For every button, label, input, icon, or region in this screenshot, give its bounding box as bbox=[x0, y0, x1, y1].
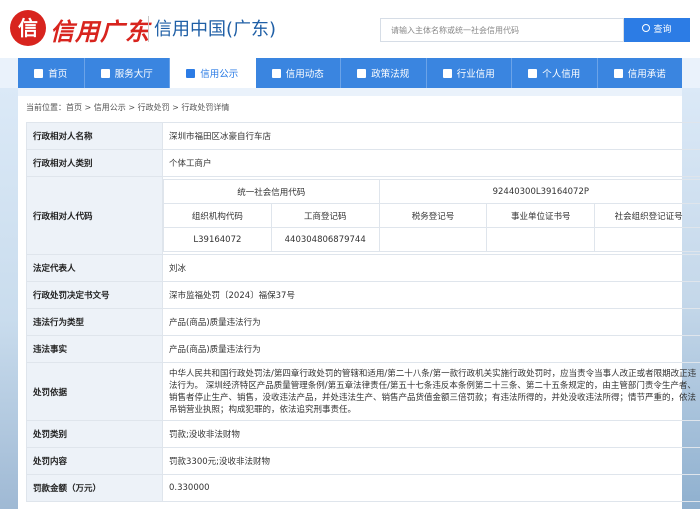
sub-header: 税务登记号 bbox=[378, 203, 488, 228]
nav-item-personal-credit[interactable]: 个人信用 bbox=[512, 58, 598, 88]
nav-item-industry-credit[interactable]: 行业信用 bbox=[427, 58, 512, 88]
logo-emblem-icon[interactable]: 信 bbox=[10, 10, 46, 46]
field-value: 中华人民共和国行政处罚法/第四章行政处罚的管辖和适用/第二十八条/第一款行政机关… bbox=[162, 362, 700, 421]
breadcrumb: 当前位置：首页 > 信用公示 > 行政处罚 > 行政处罚详情 bbox=[26, 102, 229, 113]
nav-item-label: 服务大厅 bbox=[114, 69, 153, 80]
user-icon bbox=[528, 68, 538, 78]
nav-item-label: 信用承诺 bbox=[627, 69, 666, 80]
field-value: 罚款3300元;没收非法财物 bbox=[162, 447, 700, 475]
news-icon bbox=[271, 68, 281, 78]
penalty-detail-table: 行政相对人名称 深圳市福田区冰豪自行车店 行政相对人类别 个体工商户 行政相对人… bbox=[26, 122, 700, 502]
nav-item-credit-promise[interactable]: 信用承诺 bbox=[598, 58, 683, 88]
code-subtable-cell: 统一社会信用代码 92440300L39164072P 组织机构代码 工商登记码… bbox=[162, 176, 700, 255]
site-title[interactable]: 信用中国(广东) bbox=[154, 15, 276, 41]
field-label: 处罚内容 bbox=[26, 447, 163, 475]
field-value: 深圳市福田区冰豪自行车店 bbox=[162, 122, 700, 150]
nav-item-label: 首页 bbox=[48, 69, 68, 80]
search-button[interactable]: 查询 bbox=[624, 18, 690, 42]
table-row: 统一社会信用代码 92440300L39164072P bbox=[163, 179, 700, 204]
main-nav: 首页 服务大厅 信用公示 信用动态 政策法规 行业信用 个人信用 信用承诺 bbox=[18, 58, 682, 88]
table-row: 行政相对人类别 个体工商户 bbox=[26, 149, 700, 177]
logo-divider bbox=[148, 16, 149, 42]
search-button-label: 查询 bbox=[653, 25, 672, 35]
nav-item-label: 信用动态 bbox=[285, 69, 324, 80]
field-label: 违法行为类型 bbox=[26, 308, 163, 336]
search-input[interactable]: 请输入主体名称或统一社会信用代码 bbox=[380, 18, 624, 42]
nav-item-credit-publicity[interactable]: 信用公示 bbox=[170, 58, 256, 88]
nav-item-service-hall[interactable]: 服务大厅 bbox=[85, 58, 170, 88]
side-decoration-left bbox=[0, 88, 18, 509]
field-label: 违法事实 bbox=[26, 335, 163, 363]
sub-header: 工商登记码 bbox=[270, 203, 380, 228]
field-label: 行政相对人代码 bbox=[26, 176, 163, 255]
grid-icon bbox=[100, 68, 110, 78]
home-icon bbox=[34, 68, 44, 78]
nav-item-label: 行业信用 bbox=[456, 69, 495, 80]
field-value: 产品(商品)质量违法行为 bbox=[162, 308, 700, 336]
nav-item-policy[interactable]: 政策法规 bbox=[341, 58, 427, 88]
uscc-value: 92440300L39164072P bbox=[378, 179, 700, 204]
breadcrumb-prefix: 当前位置： bbox=[26, 103, 66, 112]
table-row: 违法事实 产品(商品)质量违法行为 bbox=[26, 335, 700, 363]
nav-item-credit-news[interactable]: 信用动态 bbox=[256, 58, 341, 88]
nav-item-label: 政策法规 bbox=[371, 69, 410, 80]
chart-icon bbox=[442, 68, 452, 78]
field-value: 深市监福处罚〔2024〕福保37号 bbox=[162, 281, 700, 309]
table-row: 组织机构代码 工商登记码 税务登记号 事业单位证书号 社会组织登记证号 bbox=[163, 203, 700, 228]
field-label: 法定代表人 bbox=[26, 254, 163, 282]
sub-value bbox=[378, 227, 488, 252]
detail-card: 当前位置：首页 > 信用公示 > 行政处罚 > 行政处罚详情 行政相对人名称 深… bbox=[18, 96, 700, 509]
breadcrumb-path[interactable]: 首页 > 信用公示 > 行政处罚 > 行政处罚详情 bbox=[66, 103, 229, 112]
table-row: 违法行为类型 产品(商品)质量违法行为 bbox=[26, 308, 700, 336]
uscc-header: 统一社会信用代码 bbox=[163, 179, 380, 204]
field-label: 行政处罚决定书文号 bbox=[26, 281, 163, 309]
field-value: 罚款;没收非法财物 bbox=[162, 420, 700, 448]
nav-item-label: 个人信用 bbox=[542, 69, 581, 80]
field-label: 行政相对人名称 bbox=[26, 122, 163, 150]
field-value: 刘冰 bbox=[162, 254, 700, 282]
doc-icon bbox=[186, 68, 196, 78]
search-icon bbox=[642, 24, 651, 32]
table-row: 处罚类别 罚款;没收非法财物 bbox=[26, 420, 700, 448]
table-row: 罚款金额（万元） 0.330000 bbox=[26, 474, 700, 502]
field-label: 行政相对人类别 bbox=[26, 149, 163, 177]
field-value: 产品(商品)质量违法行为 bbox=[162, 335, 700, 363]
table-row: 行政相对人名称 深圳市福田区冰豪自行车店 bbox=[26, 122, 700, 150]
field-label: 处罚类别 bbox=[26, 420, 163, 448]
field-value: 个体工商户 bbox=[162, 149, 700, 177]
sub-value: 440304806879744 bbox=[270, 227, 380, 252]
sub-value: L39164072 bbox=[163, 227, 272, 252]
table-row: 处罚内容 罚款3300元;没收非法财物 bbox=[26, 447, 700, 475]
table-row: 行政处罚决定书文号 深市监福处罚〔2024〕福保37号 bbox=[26, 281, 700, 309]
promise-icon bbox=[613, 68, 623, 78]
sub-header: 社会组织登记证号 bbox=[594, 203, 700, 228]
table-row: L39164072 440304806879744 bbox=[163, 227, 700, 252]
nav-item-label: 信用公示 bbox=[200, 69, 239, 80]
logo-script[interactable]: 信用广东 bbox=[50, 12, 150, 47]
sub-value bbox=[594, 227, 700, 252]
field-value: 0.330000 bbox=[162, 474, 700, 502]
law-icon bbox=[357, 68, 367, 78]
sub-header: 组织机构代码 bbox=[163, 203, 272, 228]
sub-header: 事业单位证书号 bbox=[486, 203, 596, 228]
field-label: 罚款金额（万元） bbox=[26, 474, 163, 502]
table-row: 法定代表人 刘冰 bbox=[26, 254, 700, 282]
nav-item-home[interactable]: 首页 bbox=[18, 58, 85, 88]
table-row: 行政相对人代码 统一社会信用代码 92440300L39164072P 组织机构… bbox=[26, 176, 700, 255]
field-label: 处罚依据 bbox=[26, 362, 163, 421]
code-subtable: 统一社会信用代码 92440300L39164072P 组织机构代码 工商登记码… bbox=[163, 179, 700, 252]
site-header: 信 信用广东 信用中国(广东) 请输入主体名称或统一社会信用代码 查询 bbox=[0, 0, 700, 58]
sub-value bbox=[486, 227, 596, 252]
table-row: 处罚依据 中华人民共和国行政处罚法/第四章行政处罚的管辖和适用/第二十八条/第一… bbox=[26, 362, 700, 421]
